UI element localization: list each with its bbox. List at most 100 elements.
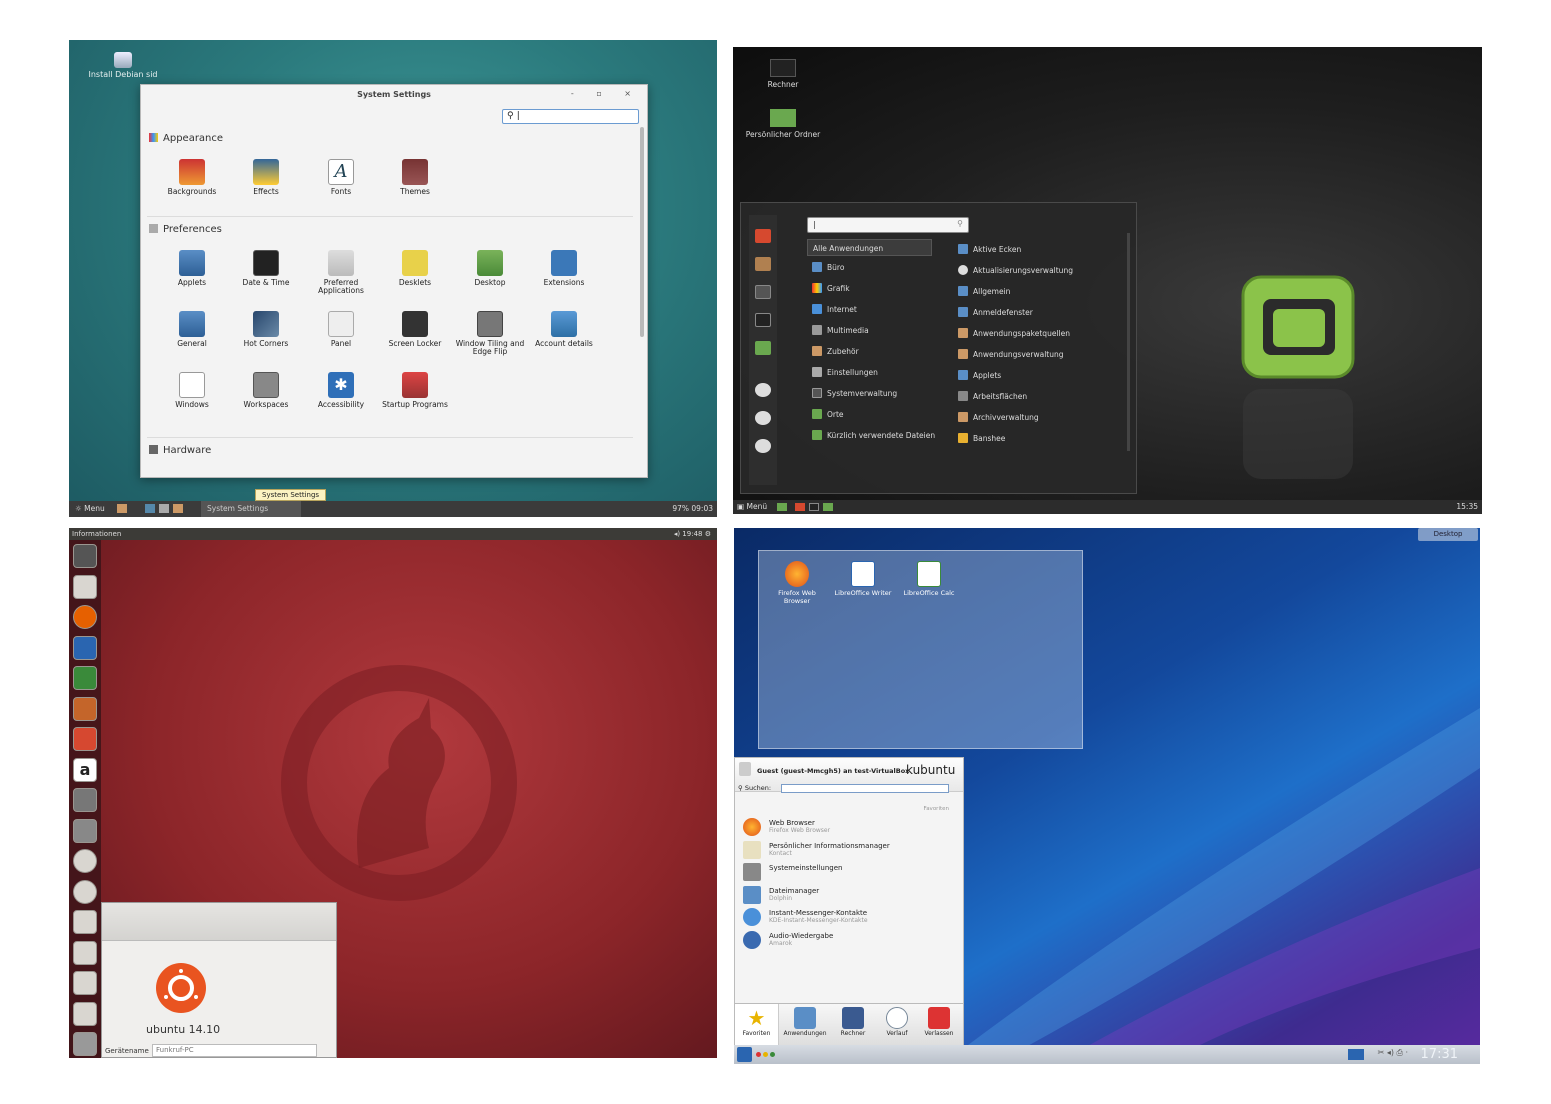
firefox-icon[interactable] <box>795 503 805 511</box>
pager-icon[interactable] <box>1348 1049 1364 1060</box>
item-window-tiling[interactable]: Window Tiling and Edge Flip <box>453 311 527 356</box>
item-startup-programs[interactable]: Startup Programs <box>378 372 452 409</box>
app-banshee[interactable]: Banshee <box>958 430 1005 447</box>
app-aktive-ecken[interactable]: Aktive Ecken <box>958 241 1021 258</box>
item-panel[interactable]: Panel <box>304 311 378 348</box>
item-applets[interactable]: Applets <box>155 250 229 287</box>
app-allgemein[interactable]: Allgemein <box>958 283 1010 300</box>
category-zubehoer[interactable]: Zubehör <box>807 343 932 360</box>
desktop-icon-home[interactable]: Persönlicher Ordner <box>743 109 823 139</box>
category-systemverwaltung[interactable]: Systemverwaltung <box>807 385 932 402</box>
item-fonts[interactable]: A Fonts <box>304 159 378 196</box>
item-date-time[interactable]: Date & Time <box>229 250 303 287</box>
device-name-field[interactable]: Funkruf-PC <box>152 1044 317 1057</box>
files-icon[interactable] <box>73 575 97 599</box>
disc-icon[interactable] <box>73 880 97 904</box>
drive-icon[interactable] <box>73 941 97 965</box>
desktop-icon-calc[interactable]: LibreOffice Calc <box>899 561 959 597</box>
trash-icon[interactable] <box>73 1032 97 1056</box>
scrollbar[interactable] <box>640 127 644 337</box>
tray-icons[interactable]: ✂ ◂) ⎙ · <box>1378 1048 1408 1058</box>
item-screen-locker[interactable]: Screen Locker <box>378 311 452 348</box>
item-accessibility[interactable]: ✱ Accessibility <box>304 372 378 409</box>
app-aktualisierung[interactable]: Aktualisierungsverwaltung <box>958 262 1073 279</box>
impress-icon[interactable] <box>73 697 97 721</box>
terminal-icon[interactable] <box>755 313 771 327</box>
item-extensions[interactable]: Extensions <box>527 250 601 287</box>
menu-button[interactable]: ▣ Menü <box>737 500 767 514</box>
terminal-icon[interactable] <box>809 503 819 511</box>
writer-icon[interactable] <box>73 636 97 660</box>
item-desklets[interactable]: Desklets <box>378 250 452 287</box>
item-themes[interactable]: Themes <box>378 159 452 196</box>
desktop-icon[interactable] <box>777 503 787 511</box>
firefox-icon[interactable] <box>755 229 771 243</box>
firefox-icon[interactable] <box>73 605 97 629</box>
item-effects[interactable]: Effects <box>229 159 303 196</box>
item-account-details[interactable]: Account details <box>527 311 601 348</box>
logout-icon[interactable] <box>755 411 771 425</box>
usb-icon[interactable] <box>73 1002 97 1026</box>
category-all[interactable]: Alle Anwendungen <box>807 239 932 256</box>
item-workspaces[interactable]: Workspaces <box>229 372 303 409</box>
system-settings-icon[interactable] <box>73 819 97 843</box>
app-arbeitsflaechen[interactable]: Arbeitsflächen <box>958 388 1027 405</box>
usb-icon[interactable] <box>73 971 97 995</box>
dash-icon[interactable] <box>73 544 97 568</box>
terminal-icon[interactable] <box>159 504 169 513</box>
browser-icon[interactable] <box>145 504 155 513</box>
amazon-icon[interactable]: a <box>73 758 97 782</box>
item-general[interactable]: General <box>155 311 229 348</box>
tab-verlassen[interactable]: Verlassen <box>917 1004 961 1037</box>
disc-icon[interactable] <box>73 849 97 873</box>
power-icon[interactable] <box>755 439 771 453</box>
folder-icon[interactable] <box>755 341 771 355</box>
item-preferred-apps[interactable]: Preferred Applications <box>304 250 378 295</box>
desktop-toolbox-button[interactable]: Desktop <box>1418 528 1478 541</box>
menu-button[interactable]: ☼ Menu <box>75 501 105 517</box>
settings-icon[interactable] <box>755 285 771 299</box>
app-applets[interactable]: Applets <box>958 367 1001 384</box>
category-internet[interactable]: Internet <box>807 301 932 318</box>
settings-icon[interactable] <box>73 788 97 812</box>
kickoff-launcher-icon[interactable] <box>737 1047 752 1062</box>
desktop-icon-rechner[interactable]: Rechner <box>743 59 823 89</box>
app-paketquellen[interactable]: Anwendungspaketquellen <box>958 325 1070 342</box>
item-windows[interactable]: Windows <box>155 372 229 409</box>
app-anmeldefenster[interactable]: Anmeldefenster <box>958 304 1033 321</box>
volume-icon[interactable]: ◂) <box>674 530 680 538</box>
desktop-icon-firefox[interactable]: Firefox Web Browser <box>767 561 827 605</box>
category-multimedia[interactable]: Multimedia <box>807 322 932 339</box>
tab-anwendungen[interactable]: Anwendungen <box>783 1004 827 1037</box>
software-center-icon[interactable] <box>73 727 97 751</box>
folder-icon[interactable] <box>117 504 127 513</box>
category-buero[interactable]: Büro <box>807 259 932 276</box>
item-backgrounds[interactable]: Backgrounds <box>155 159 229 196</box>
category-einstellungen[interactable]: Einstellungen <box>807 364 932 381</box>
app-anwendungsverwaltung[interactable]: Anwendungsverwaltung <box>958 346 1063 363</box>
folder-icon[interactable] <box>823 503 833 511</box>
window-controls[interactable]: - ▫ × <box>571 89 641 98</box>
tab-verlauf[interactable]: Verlauf <box>875 1004 919 1037</box>
taskbar-item-system-settings[interactable]: System Settings <box>201 501 301 517</box>
category-orte[interactable]: Orte <box>807 406 932 423</box>
gear-icon[interactable]: ⚙ <box>705 530 711 538</box>
desktop-icon-install[interactable]: Install Debian sid <box>83 52 163 79</box>
package-icon[interactable] <box>755 257 771 271</box>
desktop-icon-writer[interactable]: LibreOffice Writer <box>833 561 893 597</box>
category-grafik[interactable]: Grafik <box>807 280 932 297</box>
item-desktop[interactable]: Desktop <box>453 250 527 287</box>
category-recent[interactable]: Kürzlich verwendete Dateien <box>807 427 947 444</box>
calc-icon[interactable] <box>73 666 97 690</box>
tab-favoriten[interactable]: ★ Favoriten <box>735 1004 779 1045</box>
item-hot-corners[interactable]: Hot Corners <box>229 311 303 348</box>
files-icon[interactable] <box>173 504 183 513</box>
scrollbar[interactable] <box>1127 233 1130 451</box>
drive-icon[interactable] <box>73 910 97 934</box>
app-archivverwaltung[interactable]: Archivverwaltung <box>958 409 1039 426</box>
tab-rechner[interactable]: Rechner <box>831 1004 875 1037</box>
kickoff-search-input[interactable] <box>781 784 949 793</box>
menu-search-input[interactable]: | ⚲ <box>807 217 969 233</box>
settings-search-input[interactable]: ⚲ | <box>502 109 639 124</box>
lock-icon[interactable] <box>755 383 771 397</box>
